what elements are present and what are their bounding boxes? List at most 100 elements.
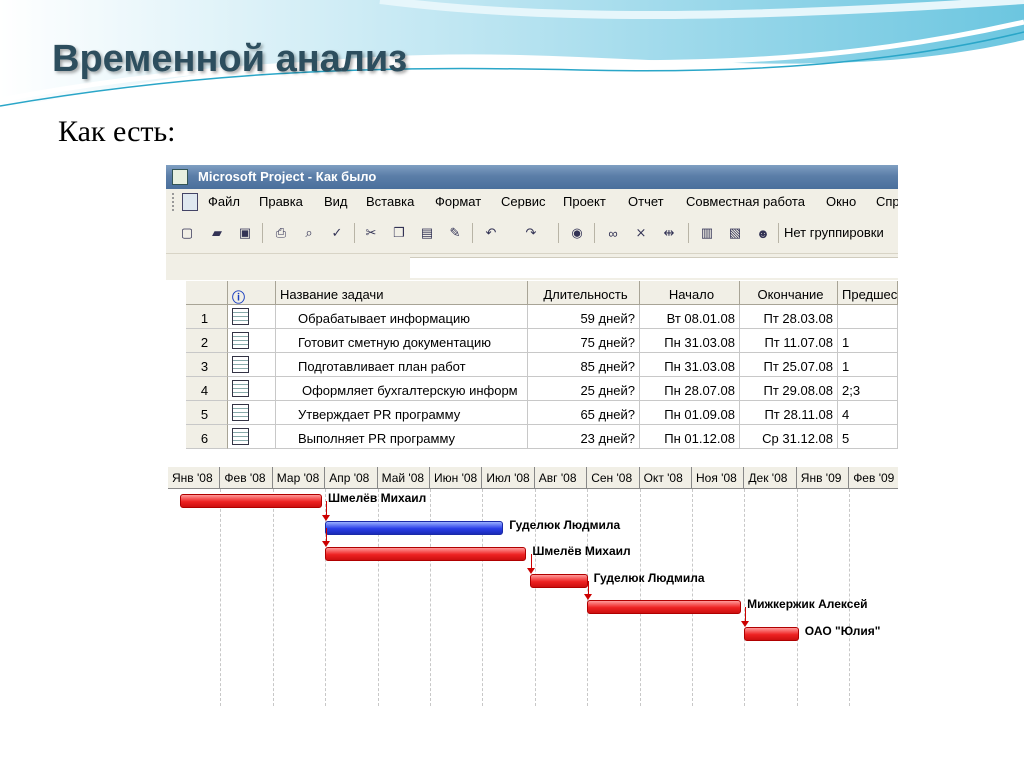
predecessors-cell[interactable]: 2;3 [838, 377, 898, 401]
predecessors-cell[interactable]: 4 [838, 401, 898, 425]
link-tasks-icon[interactable]: ∞ [602, 222, 624, 244]
timescale-month: Апр '08 [325, 467, 378, 489]
start-cell[interactable]: Пн 01.12.08 [640, 425, 740, 449]
new-icon[interactable]: ▢ [176, 222, 198, 244]
resource-name-label: Мижкержик Алексей [747, 597, 868, 612]
column-header-name[interactable]: Название задачи [276, 281, 528, 305]
window-title: Microsoft Project - Как было [198, 169, 377, 184]
month-gridline [639, 489, 641, 706]
hyperlink-icon[interactable]: ◉ [566, 222, 588, 244]
task-name-cell[interactable]: Готовит сметную документацию [276, 329, 528, 353]
task-name-cell[interactable]: Подготавливает план работ [276, 353, 528, 377]
start-cell[interactable]: Вт 08.01.08 [640, 305, 740, 329]
task-information-icon[interactable]: ▥ [696, 222, 718, 244]
duration-cell[interactable]: 75 дней? [528, 329, 640, 353]
row-number[interactable]: 3 [186, 353, 228, 377]
print-icon[interactable]: ⎙ [270, 222, 292, 244]
duration-cell-text: 75 дней? [580, 335, 635, 350]
task-indicator[interactable] [228, 329, 276, 353]
finish-cell[interactable]: Пт 25.07.08 [740, 353, 838, 377]
toolbar-separator [262, 223, 263, 243]
finish-cell[interactable]: Пт 29.08.08 [740, 377, 838, 401]
row-number[interactable]: 5 [186, 401, 228, 425]
unlink-tasks-icon[interactable]: ⨯ [630, 222, 652, 244]
predecessors-cell[interactable]: 1 [838, 353, 898, 377]
paste-icon[interactable]: ▤ [416, 222, 438, 244]
gantt-bar[interactable] [587, 600, 742, 615]
task-indicator[interactable] [228, 401, 276, 425]
menu-tools[interactable]: Сервис [501, 194, 546, 209]
menu-help[interactable]: Спр [876, 194, 898, 209]
spelling-icon[interactable]: ✓ [326, 222, 348, 244]
toolbar-separator [354, 223, 355, 243]
finish-cell[interactable]: Ср 31.12.08 [740, 425, 838, 449]
gantt-bar[interactable] [744, 627, 799, 641]
print-preview-icon[interactable]: ⌕ [298, 222, 320, 244]
gantt-bar[interactable] [325, 520, 504, 535]
task-name-cell[interactable]: Выполняет PR программу [276, 425, 528, 449]
entry-field[interactable] [410, 257, 898, 278]
copy-icon[interactable]: ❐ [388, 222, 410, 244]
duration-cell[interactable]: 23 дней? [528, 425, 640, 449]
undo-icon[interactable]: ↶ [480, 222, 502, 244]
row-number[interactable]: 4 [186, 377, 228, 401]
menu-window[interactable]: Окно [826, 194, 856, 209]
predecessors-cell[interactable] [838, 305, 898, 329]
task-indicator[interactable] [228, 353, 276, 377]
finish-cell[interactable]: Пт 11.07.08 [740, 329, 838, 353]
duration-cell[interactable]: 85 дней? [528, 353, 640, 377]
menu-report[interactable]: Отчет [628, 194, 664, 209]
column-header-start[interactable]: Начало [640, 281, 740, 305]
predecessors-cell[interactable]: 5 [838, 425, 898, 449]
task-notes-icon[interactable]: ▧ [724, 222, 746, 244]
start-cell[interactable]: Пн 31.03.08 [640, 329, 740, 353]
task-indicator[interactable] [228, 305, 276, 329]
finish-cell[interactable]: Пт 28.11.08 [740, 401, 838, 425]
column-header-predecessors[interactable]: Предшес [838, 281, 898, 305]
task-name-cell[interactable]: Утверждает PR программу [276, 401, 528, 425]
task-indicator[interactable] [228, 377, 276, 401]
column-header-duration[interactable]: Длительность [528, 281, 640, 305]
row-number[interactable]: 2 [186, 329, 228, 353]
duration-cell[interactable]: 59 дней? [528, 305, 640, 329]
duration-cell[interactable]: 65 дней? [528, 401, 640, 425]
duration-cell[interactable]: 25 дней? [528, 377, 640, 401]
save-icon[interactable]: ▣ [234, 222, 256, 244]
menu-collaborate[interactable]: Совместная работа [686, 194, 805, 209]
gantt-chart: Янв '08 Фев '08 Мар '08 Апр '08 Май '08 Июн '… [166, 467, 898, 706]
task-name-cell-text: Утверждает PR программу [298, 407, 461, 422]
task-indicator[interactable] [228, 425, 276, 449]
menu-view[interactable]: Вид [324, 194, 348, 209]
row-number[interactable]: 1 [186, 305, 228, 329]
finish-cell[interactable]: Пт 28.03.08 [740, 305, 838, 329]
task-name-cell[interactable]: Оформляет бухгалтерскую информ [276, 377, 528, 401]
grouping-dropdown[interactable]: Нет группировки [784, 225, 884, 240]
row-number[interactable]: 6 [186, 425, 228, 449]
assign-resources-icon[interactable]: ☻ [752, 222, 774, 244]
gantt-bar[interactable] [529, 573, 588, 588]
start-cell[interactable]: Пн 28.07.08 [640, 377, 740, 401]
menubar-grip-handle[interactable] [172, 193, 178, 211]
format-painter-icon[interactable]: ✎ [444, 222, 466, 244]
menu-insert[interactable]: Вставка [366, 194, 414, 209]
cut-icon[interactable]: ✂ [360, 222, 382, 244]
open-icon[interactable]: ▰ [206, 222, 228, 244]
resource-name-label: Шмелёв Михаил [327, 491, 427, 505]
menu-project[interactable]: Проект [563, 194, 606, 209]
gantt-bar[interactable] [325, 547, 527, 562]
split-task-icon[interactable]: ⇹ [658, 222, 680, 244]
menu-edit[interactable]: Правка [259, 194, 303, 209]
column-header-finish[interactable]: Окончание [740, 281, 838, 305]
toolbar-separator [594, 223, 595, 243]
task-name-cell[interactable]: Обрабатывает информацию [276, 305, 528, 329]
document-icon[interactable] [182, 193, 198, 211]
gantt-bar[interactable] [180, 494, 322, 508]
start-cell[interactable]: Пн 31.03.08 [640, 353, 740, 377]
timescale-month: Авг '08 [534, 467, 588, 489]
menu-file[interactable]: Файл [208, 194, 240, 209]
predecessors-cell[interactable]: 1 [838, 329, 898, 353]
redo-icon[interactable]: ↷ [520, 222, 542, 244]
timescale-month: Июн '08 [430, 467, 483, 489]
menu-format[interactable]: Формат [435, 194, 481, 209]
start-cell[interactable]: Пн 01.09.08 [640, 401, 740, 425]
